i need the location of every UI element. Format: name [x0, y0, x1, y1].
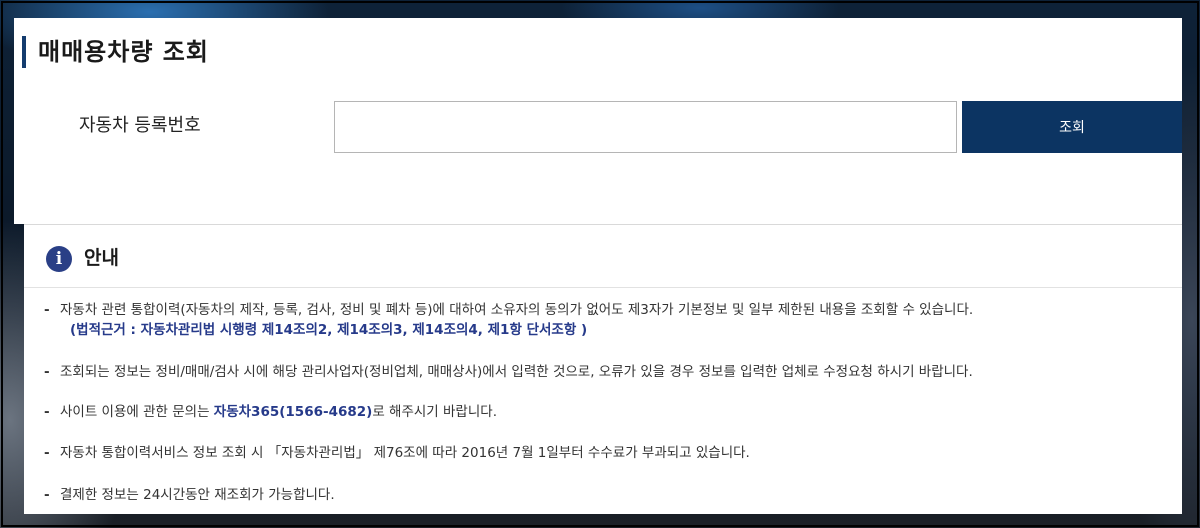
- search-panel: 매매용차량 조회 자동차 등록번호 조회: [14, 18, 1182, 224]
- notice-item: - 결제한 정보는 24시간동안 재조회가 가능합니다.: [44, 485, 1174, 505]
- search-button[interactable]: 조회: [962, 101, 1182, 153]
- registration-number-label: 자동차 등록번호: [79, 115, 201, 136]
- notice-item: - 사이트 이용에 관한 문의는 자동차365(1566-4682)로 해주시기 …: [44, 402, 1174, 422]
- bullet-dash: -: [44, 364, 50, 380]
- legal-basis: (법적근거 : 자동차관리법 시행령 제14조의2, 제14조의3, 제14조의…: [70, 322, 588, 338]
- title-accent-bar: [22, 36, 26, 68]
- notice-text: 자동차 관련 통합이력(자동차의 제작, 등록, 검사, 정비 및 폐차 등)에…: [60, 302, 974, 318]
- info-icon: i: [46, 246, 72, 272]
- notice-text: 사이트 이용에 관한 문의는: [60, 404, 214, 420]
- info-panel: i 안내 - 자동차 관련 통합이력(자동차의 제작, 등록, 검사, 정비 및 …: [24, 224, 1182, 514]
- divider: [24, 287, 1182, 288]
- bullet-dash: -: [44, 302, 50, 318]
- notice-text: 로 해주시기 바랍니다.: [372, 404, 497, 420]
- notice-item: - 자동차 통합이력서비스 정보 조회 시 「자동차관리법」 제76조에 따라 2…: [44, 443, 1174, 463]
- notice-text: 자동차 통합이력서비스 정보 조회 시 「자동차관리법」 제76조에 따라 20…: [60, 445, 750, 461]
- bullet-dash: -: [44, 487, 50, 503]
- info-title: 안내: [84, 247, 119, 269]
- bullet-dash: -: [44, 445, 50, 461]
- notice-text: 조회되는 정보는 정비/매매/검사 시에 해당 관리사업자(정비업체, 매매상사…: [60, 364, 973, 380]
- page-title: 매매용차량 조회: [38, 38, 209, 66]
- notice-item: - 자동차 관련 통합이력(자동차의 제작, 등록, 검사, 정비 및 폐차 등)…: [44, 300, 1174, 320]
- notice-text: 결제한 정보는 24시간동안 재조회가 가능합니다.: [60, 487, 335, 503]
- notice-item: - 조회되는 정보는 정비/매매/검사 시에 해당 관리사업자(정비업체, 매매상…: [44, 362, 1174, 382]
- contact-highlight: 자동차365(1566-4682): [213, 404, 373, 420]
- registration-number-input[interactable]: [334, 101, 957, 153]
- bullet-dash: -: [44, 404, 50, 420]
